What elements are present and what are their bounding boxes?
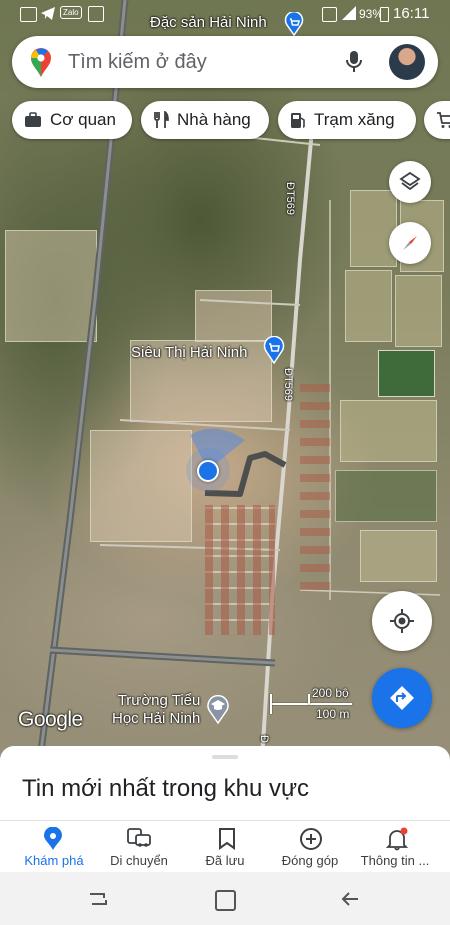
directions-button[interactable] [372, 668, 432, 728]
layers-button[interactable] [389, 161, 431, 203]
google-maps-pin-icon [31, 48, 51, 77]
chip-co-quan[interactable]: Cơ quan [12, 101, 132, 139]
back-icon[interactable] [340, 890, 360, 908]
market-label-text: Siêu Thị Hải Ninh [131, 344, 248, 361]
gallery-icon [20, 7, 37, 22]
shopping-pin-icon[interactable] [263, 336, 285, 364]
school-label-line1: Trường Tiểu [117, 692, 201, 709]
telegram-icon [41, 7, 55, 20]
signal-icon: 93% [342, 6, 380, 21]
layers-icon [399, 171, 421, 191]
scale-bottom-text: 100 m [316, 707, 350, 721]
image-icon [322, 7, 337, 22]
microphone-icon[interactable] [345, 50, 363, 74]
bottom-sheet[interactable]: Tin mới nhất trong khu vực [0, 746, 450, 821]
google-watermark: Google [18, 708, 83, 731]
tab-label: Thông tin ... [360, 853, 430, 868]
market-label[interactable]: Siêu Thị Hải Ninh [131, 344, 247, 361]
tab-thong-tin[interactable]: Thông tin ... [350, 821, 440, 873]
tab-di-chuyen[interactable]: Di chuyển [94, 821, 184, 873]
drag-handle[interactable] [212, 755, 238, 759]
bookmark-icon [219, 828, 235, 850]
chip-label: Trạm xăng [314, 110, 395, 129]
gas-station-icon [291, 113, 305, 128]
notification-icon [88, 6, 104, 22]
scale-bar: 200 bộ 100 m [270, 686, 358, 724]
home-icon[interactable] [215, 890, 236, 911]
tab-label: Đã lưu [205, 853, 245, 868]
notification-dot [400, 827, 408, 835]
add-circle-icon [300, 828, 322, 850]
search-input[interactable]: Tìm kiếm ở đây [68, 51, 207, 74]
directions-icon [390, 686, 414, 710]
chip-label: Cơ quan [50, 110, 116, 129]
explore-pin-icon [44, 827, 62, 850]
school-pin-icon[interactable] [206, 694, 230, 724]
zalo-icon: Zalo [60, 6, 82, 19]
school-label[interactable]: Trường Tiểu Học Hải Ninh [112, 692, 200, 728]
my-location-button[interactable] [372, 591, 432, 651]
svg-text:93%: 93% [359, 7, 380, 21]
chip-nha-hang[interactable]: Nhà hàng [141, 101, 269, 139]
tab-label: Đóng góp [281, 853, 339, 868]
sheet-title: Tin mới nhất trong khu vực [22, 775, 310, 802]
shopping-cart-icon [437, 112, 450, 128]
road-label: ĐT569 [284, 182, 296, 216]
avatar[interactable] [389, 44, 425, 80]
tab-dong-gop[interactable]: Đóng góp [265, 821, 355, 873]
school-label-line2: Học Hải Ninh [112, 710, 201, 727]
status-bar: Zalo 93% 16:11 [0, 0, 450, 30]
recent-apps-icon[interactable] [88, 890, 108, 908]
current-location-dot [197, 460, 219, 482]
road-label: ĐT569 [282, 368, 294, 402]
compass-button[interactable] [389, 222, 431, 264]
chip-label: Nhà hàng [177, 110, 251, 129]
battery-icon [380, 7, 389, 22]
search-bar[interactable]: Tìm kiếm ở đây [12, 36, 438, 88]
tab-kham-pha[interactable]: Khám phá [9, 821, 99, 873]
restaurant-icon [154, 111, 169, 128]
briefcase-icon [25, 112, 41, 127]
tab-label: Khám phá [24, 853, 84, 868]
map-buildings [300, 380, 330, 590]
crosshair-location-icon [390, 609, 414, 633]
commute-icon [127, 828, 151, 847]
clock: 16:11 [393, 5, 430, 22]
tab-da-luu[interactable]: Đã lưu [180, 821, 270, 873]
system-navigation-bar [0, 872, 450, 925]
scale-top-text: 200 bộ [312, 686, 349, 700]
map-buildings [205, 505, 275, 635]
bottom-navigation: Khám phá Di chuyển Đã lưu Đóng góp Thông… [0, 820, 450, 873]
compass-icon [403, 236, 417, 250]
bell-icon [385, 827, 409, 851]
chip-tram-xang[interactable]: Trạm xăng [278, 101, 416, 139]
road-label: Đ [258, 735, 270, 743]
tab-label: Di chuyển [110, 853, 168, 868]
